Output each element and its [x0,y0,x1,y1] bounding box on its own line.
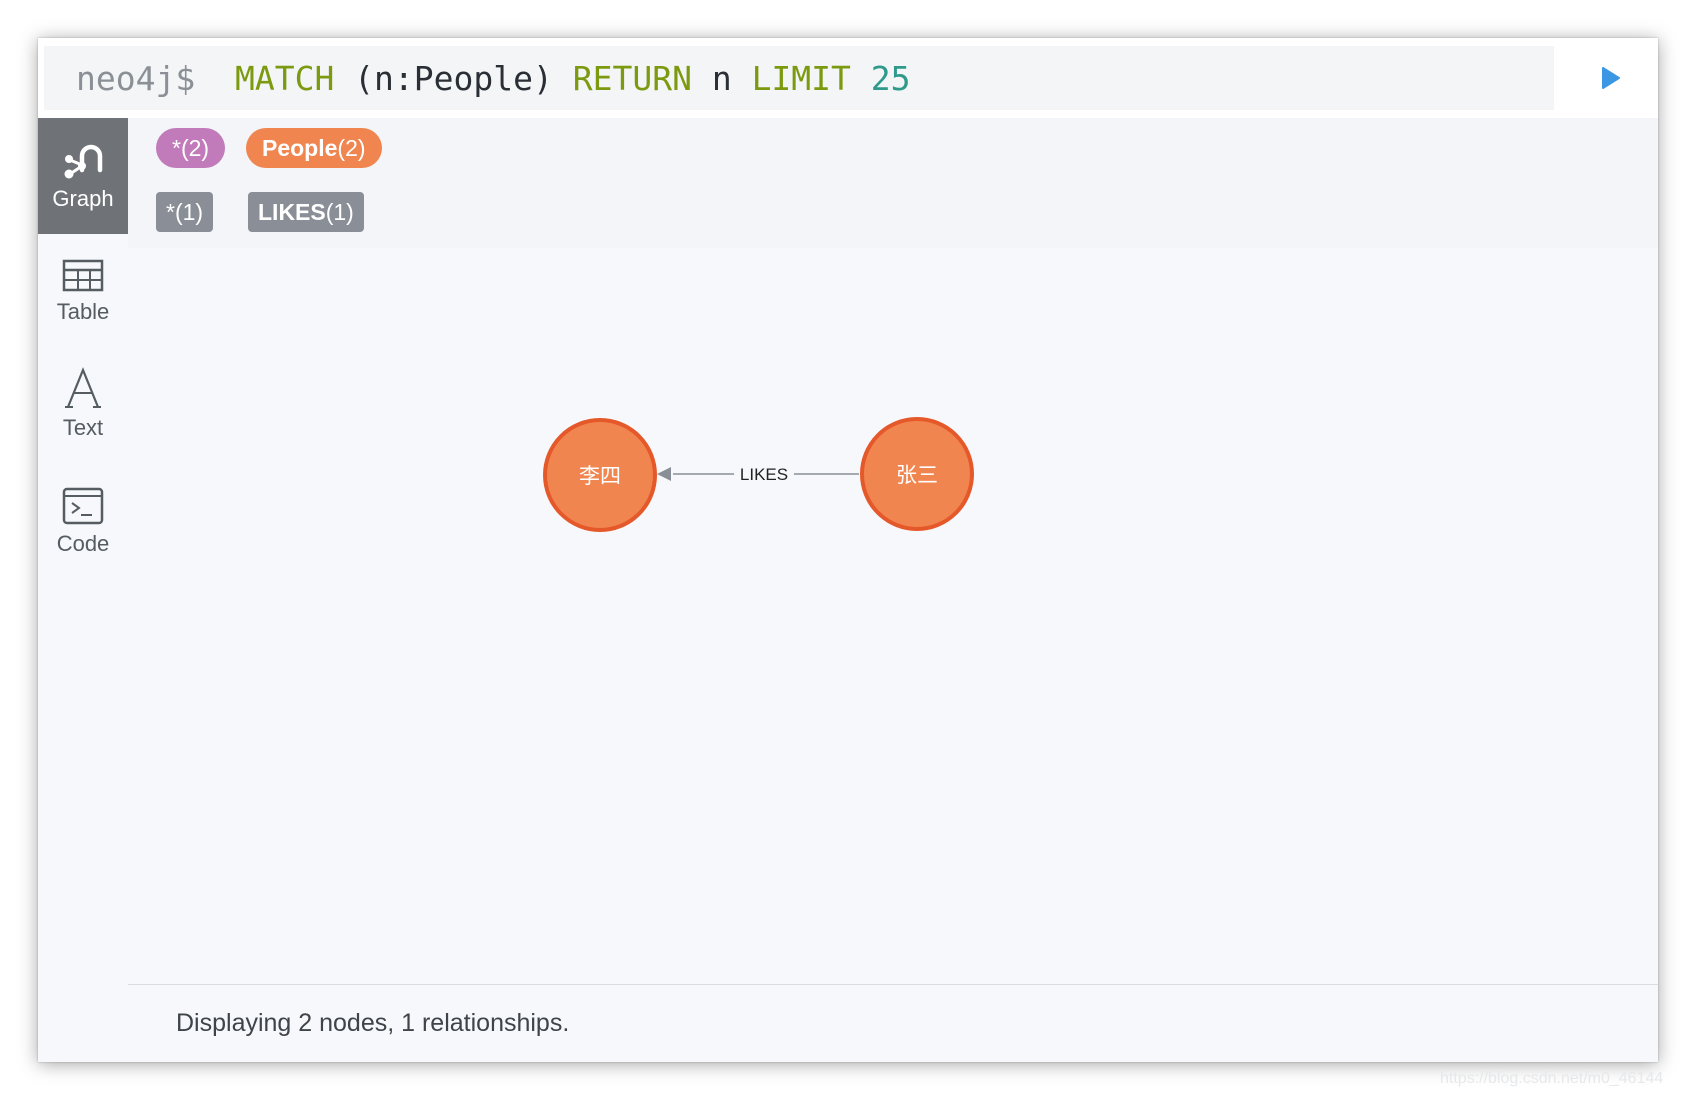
graph-svg: LIKES 李四 张三 [543,417,974,532]
relationship-arrowhead [657,467,671,481]
graph-legend: * (2) People (2) * (1) LIKES (1) [128,118,1658,248]
legend-rel-likes[interactable]: LIKES (1) [248,192,364,232]
watermark: https://blog.csdn.net/m0_46144 [1440,1070,1664,1087]
code-icon [62,487,104,525]
view-sidebar: Graph Table Text Code [38,118,128,1062]
sidebar-item-label: Table [56,299,110,324]
sidebar-item-label: Graph [52,186,114,211]
legend-rel-all[interactable]: * (1) [156,192,214,232]
result-frame: neo4j$ MATCH (n:People) RETURN n LIMIT 2… [38,38,1658,1062]
query-token: MATCH [234,58,335,98]
query-token: n [691,58,752,98]
table-icon [62,259,104,292]
status-text: Displaying 2 nodes, 1 relationships. [176,1009,570,1037]
graph-node[interactable]: 李四 [543,418,657,532]
editor-prompt: neo4j$ [76,58,196,98]
text-icon [65,367,101,408]
editor-bar: neo4j$ MATCH (n:People) RETURN n LIMIT 2… [38,38,1658,118]
relationship-label: LIKES [740,465,788,484]
sidebar-item-table[interactable]: Table [38,234,128,350]
status-bar: Displaying 2 nodes, 1 relationships. [128,984,1658,1062]
query-token: 25 [850,58,911,98]
query-token: RETURN [572,58,692,98]
graph-node[interactable]: 张三 [860,417,974,531]
legend-node-all[interactable]: * (2) [156,128,226,168]
run-query-button[interactable] [1596,62,1626,94]
query-editor[interactable]: neo4j$ MATCH (n:People) RETURN n LIMIT 2… [44,46,1554,110]
query-token: LIMIT [751,58,851,98]
sidebar-item-code[interactable]: Code [38,464,128,580]
graph-canvas[interactable]: LIKES 李四 张三 [128,248,1658,984]
sidebar-item-label: Code [56,531,110,556]
sidebar-item-label: Text [62,415,104,440]
sidebar-item-text[interactable]: Text [38,346,128,462]
legend-node-people[interactable]: People (2) [246,128,382,168]
query-token: (n:People) [334,58,573,98]
graph-icon [64,144,103,179]
node-caption: 李四 [579,464,621,488]
node-caption: 张三 [896,463,938,487]
play-icon [1602,67,1620,89]
sidebar-item-graph[interactable]: Graph [38,118,128,234]
